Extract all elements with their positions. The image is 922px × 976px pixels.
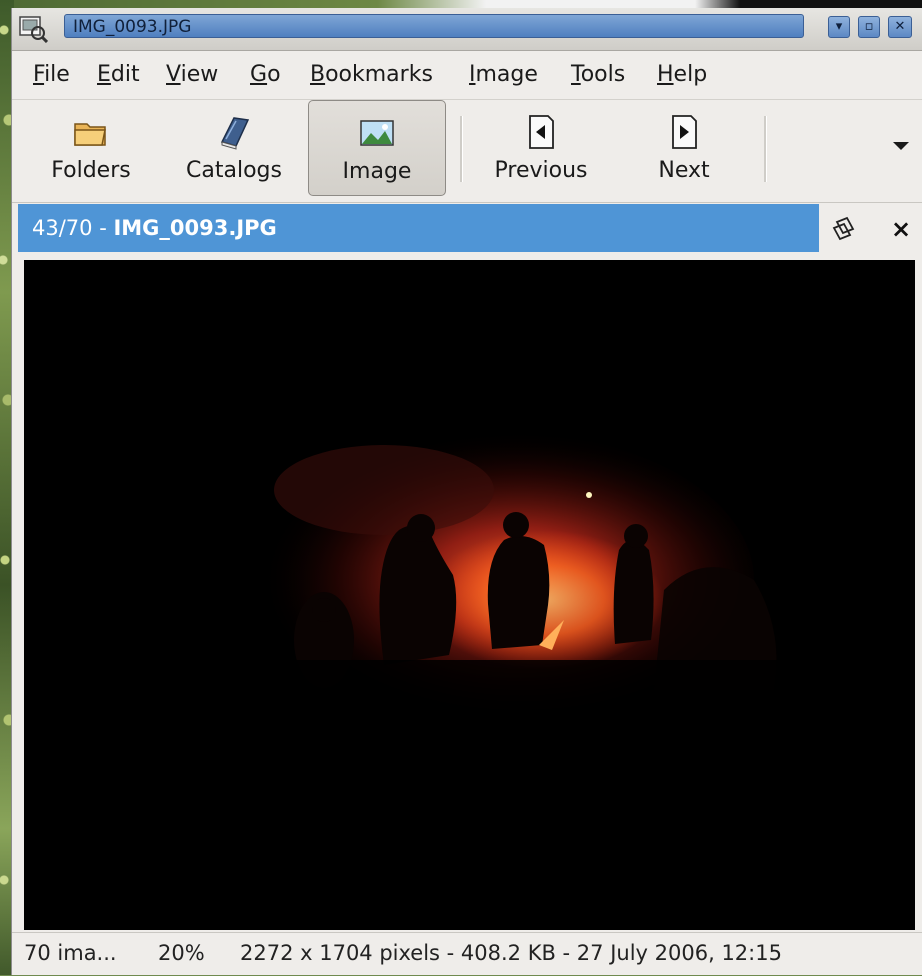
toolbar-separator-2	[764, 116, 767, 182]
close-window-button[interactable]: ✕	[888, 16, 912, 38]
menu-view-mnemonic: V	[166, 62, 181, 87]
menu-go[interactable]: Go	[250, 63, 281, 87]
menu-file-label: ile	[44, 62, 70, 87]
menu-file-mnemonic: F	[33, 62, 45, 87]
menu-tools-mnemonic: T	[571, 62, 581, 87]
status-zoom: 20%	[158, 941, 205, 965]
previous-arrow-icon	[529, 115, 554, 149]
toolbar-overflow-icon[interactable]	[893, 142, 909, 150]
status-image-count: 70 ima...	[24, 941, 117, 965]
app-window: IMG_0093.JPG ▾ ▫ ✕ File Edit View Go Boo…	[11, 8, 922, 975]
title-bar[interactable]: IMG_0093.JPG ▾ ▫ ✕	[12, 8, 922, 51]
menu-help-mnemonic: H	[657, 62, 674, 87]
image-icon	[360, 120, 394, 146]
close-image-icon[interactable]: ×	[888, 214, 914, 244]
catalog-book-icon	[220, 117, 250, 150]
image-position: 43/70 -	[32, 216, 114, 240]
window-title: IMG_0093.JPG	[64, 14, 804, 38]
menu-help-label: elp	[673, 62, 708, 87]
menu-bar: File Edit View Go Bookmarks Image Tools …	[12, 51, 922, 100]
menu-image-label: mage	[475, 62, 538, 87]
menu-go-label: o	[267, 62, 281, 87]
menu-bookmarks-label: ookmarks	[325, 62, 433, 87]
menu-go-mnemonic: G	[250, 62, 268, 87]
menu-view-label: iew	[180, 62, 219, 87]
image-view-label: Image	[342, 159, 412, 184]
folder-icon	[74, 123, 106, 146]
previous-label: Previous	[494, 158, 588, 183]
photo-bonfire-night	[24, 260, 915, 930]
catalogs-button[interactable]: Catalogs	[172, 100, 296, 196]
app-icon[interactable]	[18, 13, 48, 43]
menu-tools-label: ools	[580, 62, 626, 87]
image-viewer[interactable]	[24, 260, 915, 930]
image-filename: IMG_0093.JPG	[113, 216, 277, 240]
previous-button[interactable]: Previous	[482, 100, 600, 196]
folders-button[interactable]: Folders	[32, 100, 150, 196]
menu-help[interactable]: Help	[657, 63, 707, 87]
menu-edit-mnemonic: E	[97, 62, 111, 87]
toolbar-separator	[460, 116, 463, 182]
catalogs-label: Catalogs	[186, 158, 282, 183]
next-label: Next	[658, 158, 710, 183]
rotate-icon[interactable]	[828, 214, 858, 244]
image-header-bar: 43/70 - IMG_0093.JPG	[18, 204, 819, 252]
menu-edit[interactable]: Edit	[97, 63, 140, 87]
menu-file[interactable]: File	[33, 63, 70, 87]
status-image-info: 2272 x 1704 pixels - 408.2 KB - 27 July …	[240, 941, 782, 965]
menu-edit-label: dit	[110, 62, 140, 87]
image-view-button[interactable]: Image	[308, 100, 446, 196]
folders-label: Folders	[51, 158, 131, 183]
maximize-button[interactable]: ▫	[858, 16, 880, 38]
minimize-button[interactable]: ▾	[828, 16, 850, 38]
next-button[interactable]: Next	[632, 100, 736, 196]
toolbar: Folders Catalogs Image Previous Next	[12, 100, 922, 203]
menu-bookmarks[interactable]: Bookmarks	[310, 63, 433, 87]
menu-bookmarks-mnemonic: B	[310, 62, 326, 87]
menu-image[interactable]: Image	[469, 63, 538, 87]
menu-tools[interactable]: Tools	[571, 63, 625, 87]
status-bar: 70 ima... 20% 2272 x 1704 pixels - 408.2…	[12, 932, 922, 976]
menu-view[interactable]: View	[166, 63, 218, 87]
next-arrow-icon	[672, 115, 697, 149]
